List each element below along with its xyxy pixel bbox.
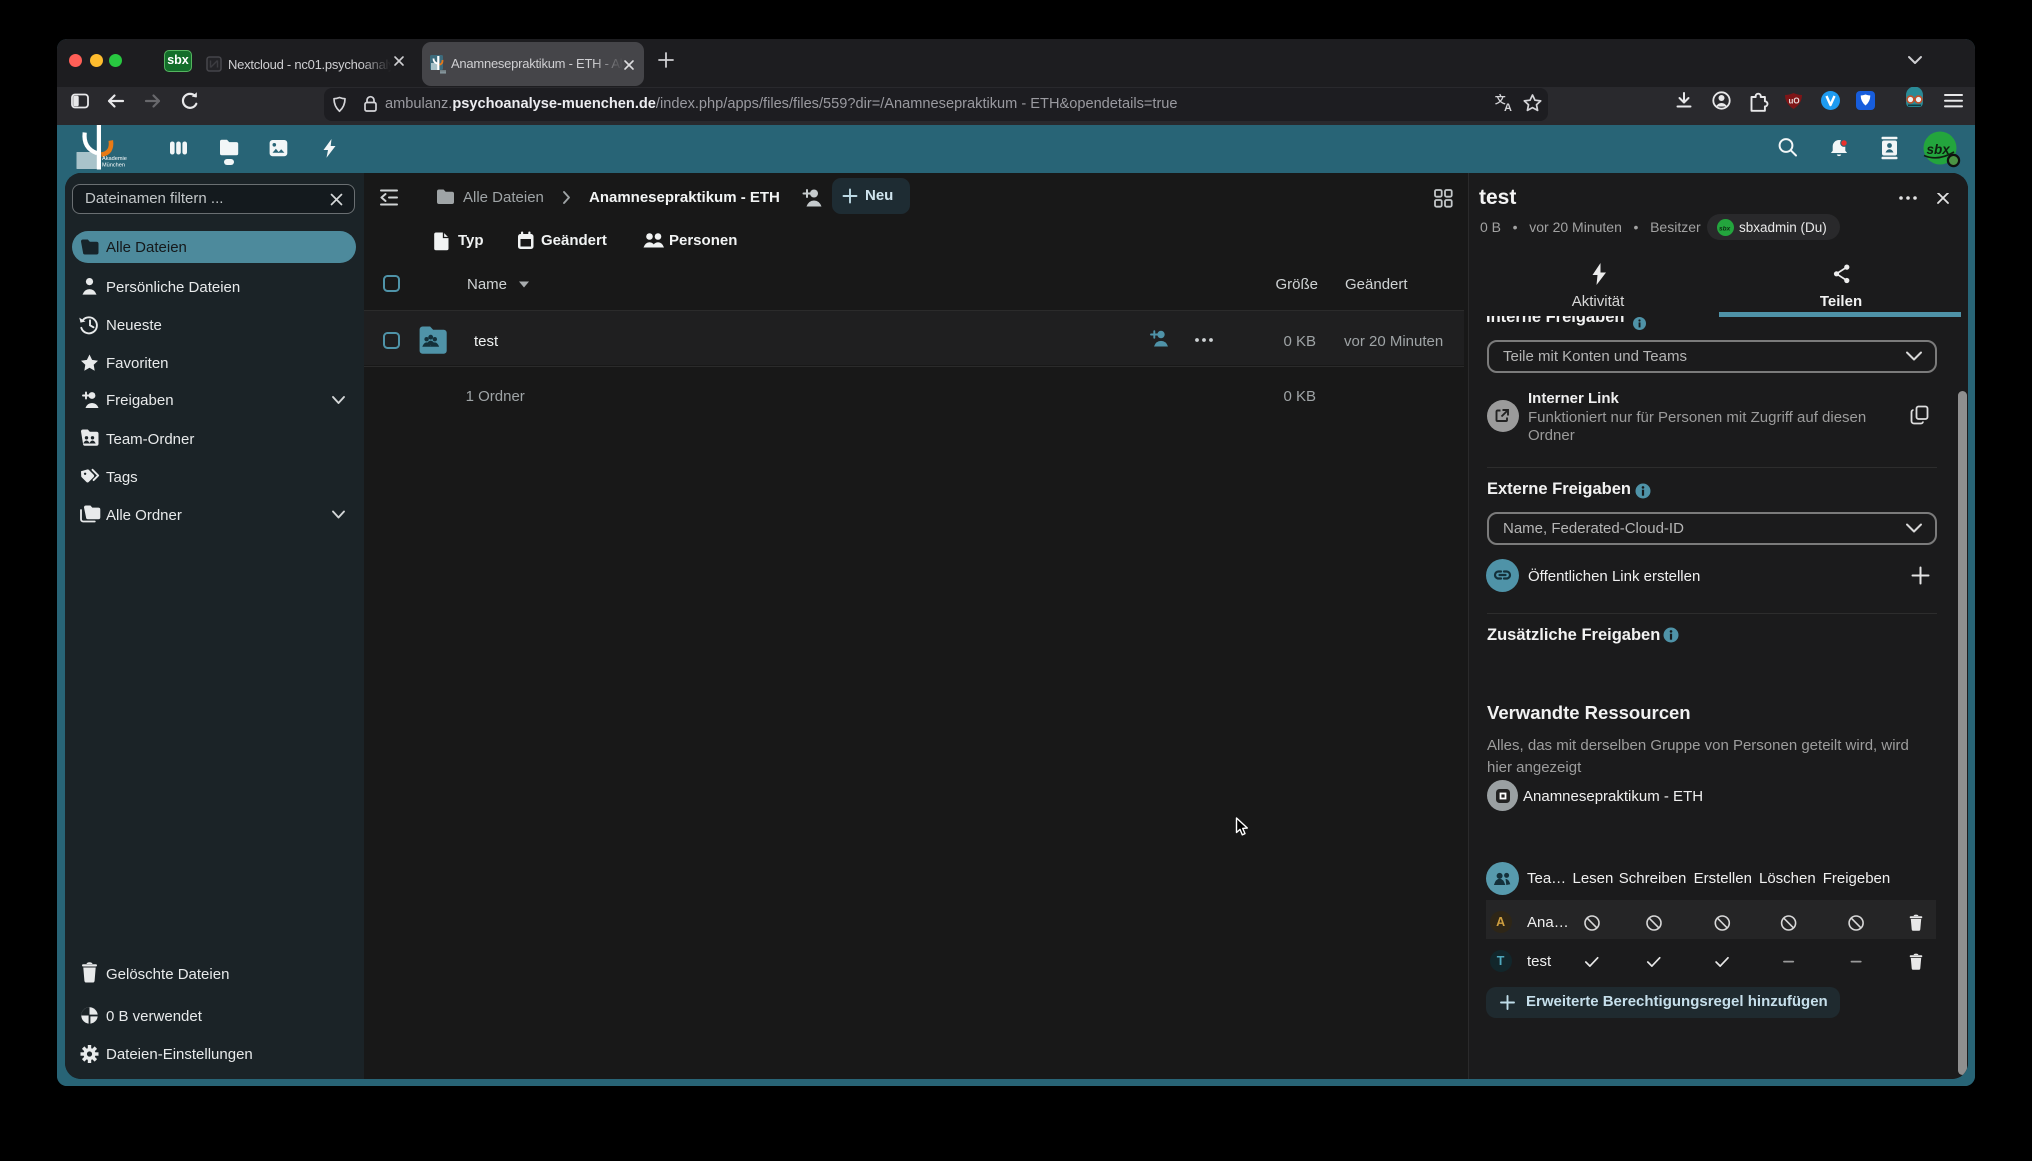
svg-text:A: A [1504, 102, 1512, 114]
svg-text:uO: uO [1789, 97, 1800, 106]
svg-text:Akademie: Akademie [102, 156, 127, 162]
svg-text:München: München [102, 163, 125, 169]
